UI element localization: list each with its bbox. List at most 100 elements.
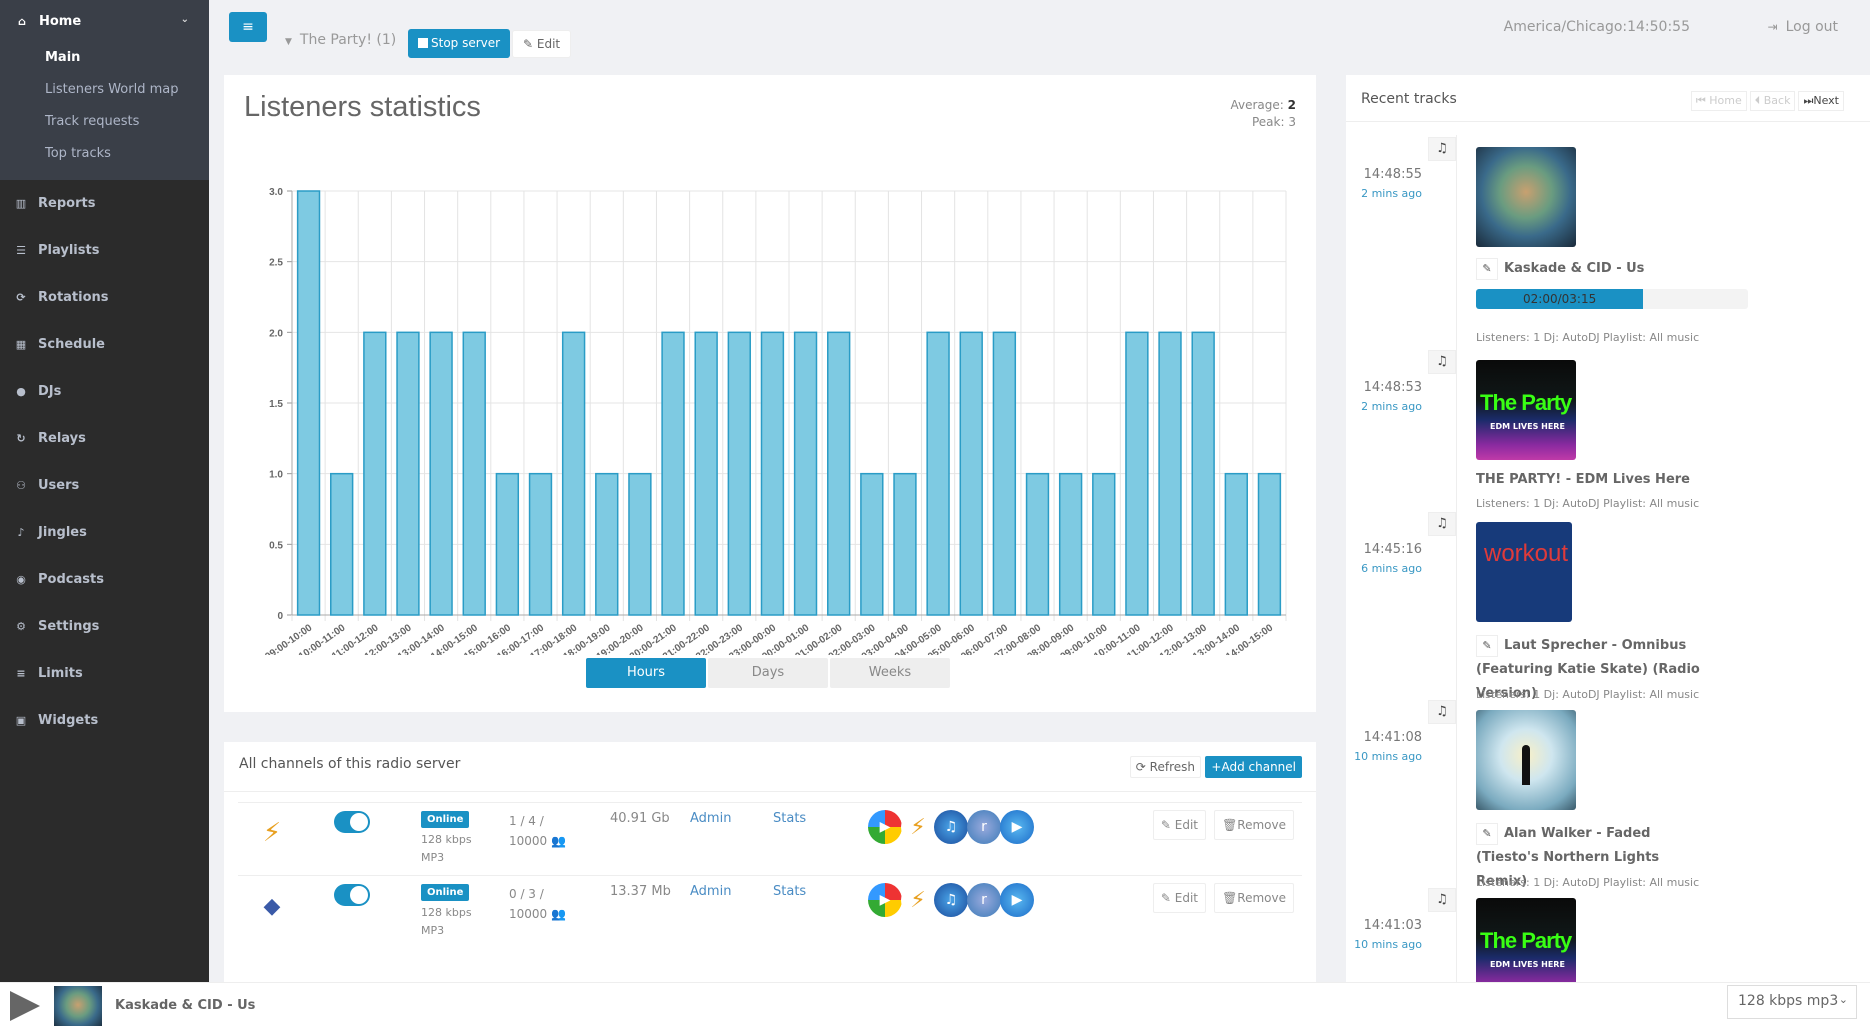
- sidebar-item-jingles[interactable]: ♪ Jingles: [0, 509, 209, 556]
- track-ago[interactable]: 10 mins ago: [1354, 750, 1422, 763]
- home-page-button[interactable]: ⏮ Home: [1690, 91, 1747, 111]
- listeners-bar-chart: 00.51.01.52.02.53.026 Feb 09:00-10:0026 …: [235, 187, 1287, 655]
- sign-out-icon: ⇥: [1767, 20, 1778, 34]
- sidebar-subitem-track-requests[interactable]: Track requests: [0, 106, 209, 138]
- sidebar-item-reports[interactable]: ▥ Reports: [0, 180, 209, 227]
- bell-icon: ♪: [17, 526, 25, 539]
- sidebar: ⌂ Home ⌄ Main Listeners World map Track …: [0, 0, 209, 982]
- sidebar-item-users[interactable]: ⚇ Users: [0, 462, 209, 509]
- channel-enable-toggle[interactable]: [334, 811, 370, 833]
- admin-link[interactable]: Admin: [690, 811, 731, 826]
- sidebar-subitem-main[interactable]: Main: [0, 42, 209, 74]
- channel-row: ◆ Online 128 kbps MP3 0 / 3 / 10000 👥 13.3…: [238, 875, 1302, 948]
- sidebar-item-widgets[interactable]: ▣ Widgets: [0, 697, 209, 744]
- edit-icon: ✎: [523, 37, 537, 51]
- play-icon[interactable]: [10, 991, 40, 1021]
- windows-media-player-icon[interactable]: ▶: [868, 810, 902, 844]
- channel-row: ⚡ Online 128 kbps MP3 1 / 4 / 10000 👥 40.9…: [238, 802, 1302, 875]
- stream-quality-select[interactable]: 128 kbps mp3 ⌄: [1727, 985, 1857, 1019]
- edit-label: Edit: [1174, 891, 1198, 905]
- shoutcast-logo-icon: ⚡: [262, 818, 282, 848]
- menu-toggle-button[interactable]: ≡: [229, 12, 267, 42]
- sidebar-item-relays[interactable]: ↻ Relays: [0, 415, 209, 462]
- now-playing-title: Kaskade & CID - Us: [115, 998, 256, 1013]
- back-page-button[interactable]: ⏴ Back: [1749, 91, 1796, 111]
- album-cover: workout: [1476, 522, 1572, 622]
- recent-tracks-pagination: ⏮ Home ⏴ Back ⏭Next: [1690, 91, 1844, 111]
- pencil-icon[interactable]: ✎: [1476, 258, 1498, 280]
- sidebar-item-schedule[interactable]: ▦ Schedule: [0, 321, 209, 368]
- play-stream-icon[interactable]: ▶: [1000, 883, 1034, 917]
- pencil-icon[interactable]: ✎: [1476, 823, 1498, 845]
- sidebar-item-home[interactable]: ⌂ Home ⌄: [0, 0, 209, 42]
- sidebar-item-label: DJs: [38, 384, 62, 399]
- bar: [396, 331, 420, 616]
- icecast-kh-logo-icon: ◆: [252, 886, 292, 926]
- track-time: 14:48:55: [1363, 167, 1422, 182]
- track-ago[interactable]: 2 mins ago: [1361, 400, 1422, 413]
- track-ago[interactable]: 6 mins ago: [1361, 562, 1422, 575]
- format: MP3: [421, 851, 445, 864]
- bar: [330, 472, 354, 616]
- sidebar-item-limits[interactable]: ≡ Limits: [0, 650, 209, 697]
- tab-weeks[interactable]: Weeks: [830, 658, 950, 688]
- divider: [224, 791, 1316, 792]
- edit-server-button[interactable]: ✎ Edit: [512, 30, 572, 58]
- refresh-icon: ⟳: [1135, 760, 1146, 774]
- stop-server-button[interactable]: Stop server: [408, 29, 511, 58]
- server-selector[interactable]: ▼ The Party! (1): [285, 32, 396, 48]
- itunes-icon[interactable]: ♫: [934, 810, 968, 844]
- sidebar-item-settings[interactable]: ⚙ Settings: [0, 603, 209, 650]
- edit-icon: ✎: [1160, 891, 1175, 905]
- track-ago[interactable]: 2 mins ago: [1361, 187, 1422, 200]
- sidebar-item-podcasts[interactable]: ◉ Podcasts: [0, 556, 209, 603]
- winamp-icon[interactable]: ⚡: [901, 810, 935, 844]
- realplayer-icon[interactable]: r: [967, 810, 1001, 844]
- stats-link[interactable]: Stats: [773, 811, 806, 826]
- users-icon: 👥: [551, 834, 566, 848]
- remove-label: Remove: [1237, 818, 1286, 832]
- plus-icon: +: [1211, 760, 1222, 774]
- edit-icon: ✎: [1160, 818, 1175, 832]
- channel-enable-toggle[interactable]: [334, 884, 370, 906]
- play-stream-icon[interactable]: ▶: [1000, 810, 1034, 844]
- admin-link[interactable]: Admin: [690, 884, 731, 899]
- add-channel-button[interactable]: +Add channel: [1205, 756, 1302, 778]
- channel-remove-button[interactable]: 🗑Remove: [1214, 883, 1294, 913]
- track-time: 14:41:08: [1363, 730, 1422, 745]
- channel-remove-button[interactable]: 🗑Remove: [1214, 810, 1294, 840]
- bitrate: 128 kbps: [421, 833, 472, 846]
- home-label: Home: [1709, 94, 1742, 107]
- status-badge: Online: [421, 884, 470, 901]
- windows-media-player-icon[interactable]: ▶: [868, 883, 902, 917]
- track-ago[interactable]: 10 mins ago: [1354, 938, 1422, 951]
- bar: [561, 331, 586, 616]
- trash-icon: 🗑: [1222, 818, 1238, 832]
- track-title-text: Kaskade & CID - Us: [1504, 261, 1645, 276]
- refresh-button[interactable]: ⟳ Refresh: [1129, 756, 1201, 778]
- sidebar-item-label: Settings: [38, 619, 100, 634]
- itunes-icon[interactable]: ♫: [934, 883, 968, 917]
- stats-link[interactable]: Stats: [773, 884, 806, 899]
- sidebar-item-rotations[interactable]: ⟳ Rotations: [0, 274, 209, 321]
- tab-days[interactable]: Days: [708, 658, 828, 688]
- winamp-icon[interactable]: ⚡: [901, 883, 935, 917]
- tab-hours[interactable]: Hours: [586, 658, 706, 688]
- channel-edit-button[interactable]: ✎ Edit: [1152, 883, 1206, 913]
- track-info: Listeners: 1 Dj: AutoDJ Playlist: All mu…: [1476, 331, 1700, 344]
- sidebar-subitem-world-map[interactable]: Listeners World map: [0, 74, 209, 106]
- logout-link[interactable]: ⇥ Log out: [1768, 19, 1838, 35]
- stats-title: Listeners statistics: [244, 91, 481, 123]
- listeners-count: 1 / 4 /: [509, 814, 544, 828]
- sidebar-item-djs[interactable]: ● DJs: [0, 368, 209, 415]
- realplayer-icon[interactable]: r: [967, 883, 1001, 917]
- sidebar-item-label: Reports: [38, 196, 96, 211]
- channel-edit-button[interactable]: ✎ Edit: [1152, 810, 1206, 840]
- next-page-button[interactable]: ⏭Next: [1798, 91, 1844, 111]
- sidebar-subitem-top-tracks[interactable]: Top tracks: [0, 138, 209, 170]
- pencil-icon[interactable]: ✎: [1476, 635, 1498, 657]
- sidebar-item-playlists[interactable]: ☰ Playlists: [0, 227, 209, 274]
- refresh-label: Refresh: [1149, 760, 1195, 774]
- music-note-icon: ♫: [1428, 512, 1456, 536]
- cover-text: The Party: [1480, 390, 1572, 415]
